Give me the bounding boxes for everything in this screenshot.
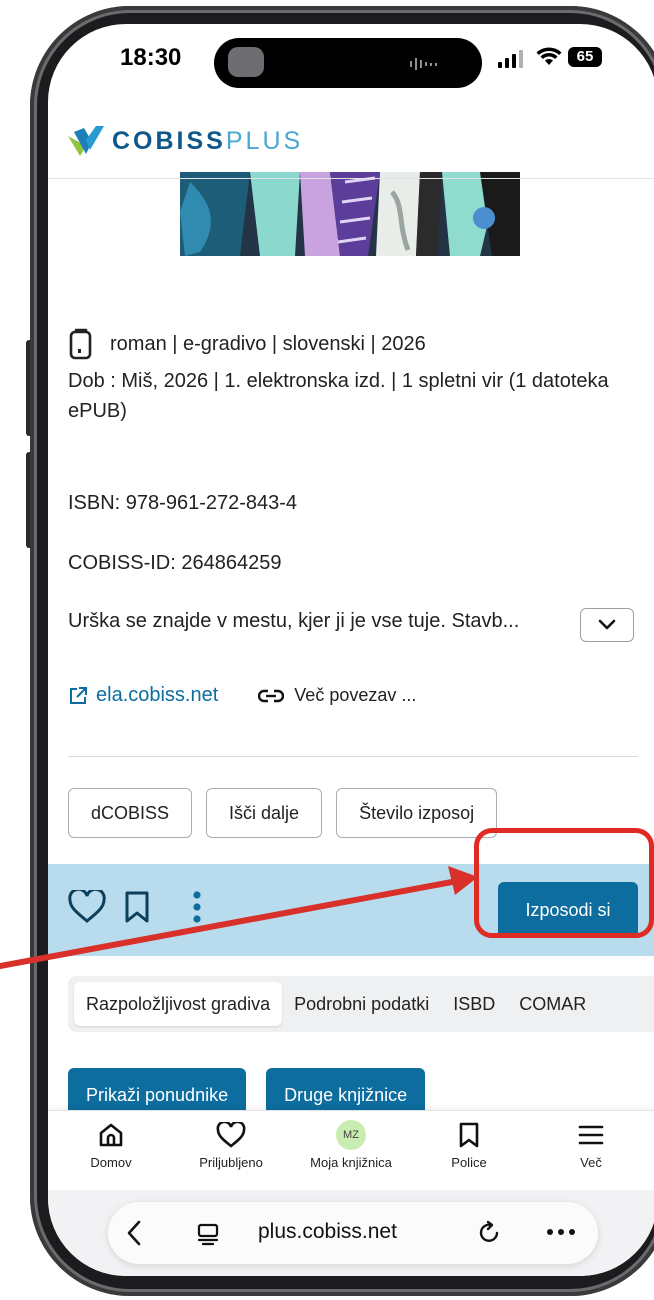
more-links-label: Več povezav ... xyxy=(294,685,417,705)
nav-favorites-label: Priljubljeno xyxy=(199,1155,263,1170)
header-divider xyxy=(48,178,654,179)
book-cover-image[interactable] xyxy=(180,172,520,256)
phone-screen: 18:30 65 COBISSPLUS roman | e-gradivo | … xyxy=(48,24,654,1276)
ela-link-label: ela.cobiss.net xyxy=(96,684,219,706)
nav-my-library-label: Moja knjižnica xyxy=(310,1155,392,1170)
nav-my-library[interactable]: MZ Moja knjižnica xyxy=(296,1119,406,1170)
audio-wave-icon xyxy=(410,57,438,71)
summary-text: Urška se znajde v mestu, kjer ji je vse … xyxy=(68,610,520,632)
expand-summary-button[interactable] xyxy=(580,608,634,642)
browser-toolbar: plus.cobiss.net xyxy=(48,1190,654,1276)
cobiss-plus-logo[interactable]: COBISSPLUS xyxy=(66,124,303,158)
menu-icon xyxy=(578,1125,604,1145)
material-type-text: roman | e-gradivo | slovenski | 2026 xyxy=(110,333,426,355)
logo-text-light: PLUS xyxy=(225,126,304,155)
links-row: ela.cobiss.net Več povezav ... xyxy=(68,684,416,707)
external-link-icon xyxy=(70,686,87,704)
publication-info: Dob : Miš, 2026 | 1. elektronska izd. | … xyxy=(68,370,609,422)
dcobiss-button[interactable]: dCOBISS xyxy=(68,788,193,838)
record-tabs: Razpoložljivost gradiva Podrobni podatki… xyxy=(68,976,654,1032)
chevron-down-icon xyxy=(598,619,616,630)
more-options-icon[interactable] xyxy=(546,1228,576,1236)
back-icon[interactable] xyxy=(126,1220,142,1246)
logo-text-bold: COBISS xyxy=(112,126,226,155)
isbn-text: ISBN: 978-961-272-843-4 xyxy=(68,492,298,514)
material-type-row: roman | e-gradivo | slovenski | 2026 xyxy=(68,328,426,360)
more-links-button[interactable]: Več povezav ... xyxy=(258,685,416,706)
nav-home-label: Domov xyxy=(90,1155,132,1170)
url-text: plus.cobiss.net xyxy=(258,1220,397,1243)
bookmark-icon xyxy=(459,1122,479,1148)
cellular-signal-icon xyxy=(498,50,523,68)
reload-icon[interactable] xyxy=(478,1220,502,1246)
heart-icon xyxy=(216,1122,246,1148)
loan-count-button[interactable]: Število izposoj xyxy=(336,788,498,838)
tab-overview-icon[interactable] xyxy=(196,1222,220,1246)
nav-home[interactable]: Domov xyxy=(56,1119,166,1170)
record-action-buttons: dCOBISS Išči dalje Število izposoj xyxy=(68,788,498,838)
wifi-icon xyxy=(536,47,562,65)
search-more-button[interactable]: Išči dalje xyxy=(206,788,323,838)
tab-availability[interactable]: Razpoložljivost gradiva xyxy=(74,982,283,1026)
cobiss-logo-icon xyxy=(68,126,104,156)
tab-comarc[interactable]: COMAR xyxy=(507,982,598,1026)
nav-favorites[interactable]: Priljubljeno xyxy=(176,1119,286,1170)
status-time: 18:30 xyxy=(120,44,182,71)
bookmark-icon[interactable] xyxy=(124,890,150,924)
tab-isbd[interactable]: ISBD xyxy=(441,982,507,1026)
nav-more-label: Več xyxy=(580,1155,602,1170)
user-avatar: MZ xyxy=(336,1120,366,1150)
nav-more[interactable]: Več xyxy=(536,1119,646,1170)
heart-icon[interactable] xyxy=(68,890,106,924)
more-vertical-icon[interactable] xyxy=(192,890,202,924)
bottom-navigation: Domov Priljubljeno MZ Moja knjižnica Pol… xyxy=(48,1110,654,1190)
annotation-highlight-box xyxy=(474,828,654,938)
dynamic-island xyxy=(214,38,482,88)
nav-shelves[interactable]: Police xyxy=(414,1119,524,1170)
cobiss-id-text: COBISS-ID: 264864259 xyxy=(68,552,282,574)
home-icon xyxy=(99,1123,123,1147)
nav-shelves-label: Police xyxy=(451,1155,487,1170)
now-playing-thumbnail xyxy=(228,47,264,77)
link-chain-icon xyxy=(258,689,285,702)
tab-details[interactable]: Podrobni podatki xyxy=(282,982,441,1026)
ela-link[interactable]: ela.cobiss.net xyxy=(68,684,218,707)
ebook-device-icon xyxy=(69,328,92,360)
section-divider xyxy=(68,756,638,757)
battery-indicator: 65 xyxy=(568,47,602,67)
